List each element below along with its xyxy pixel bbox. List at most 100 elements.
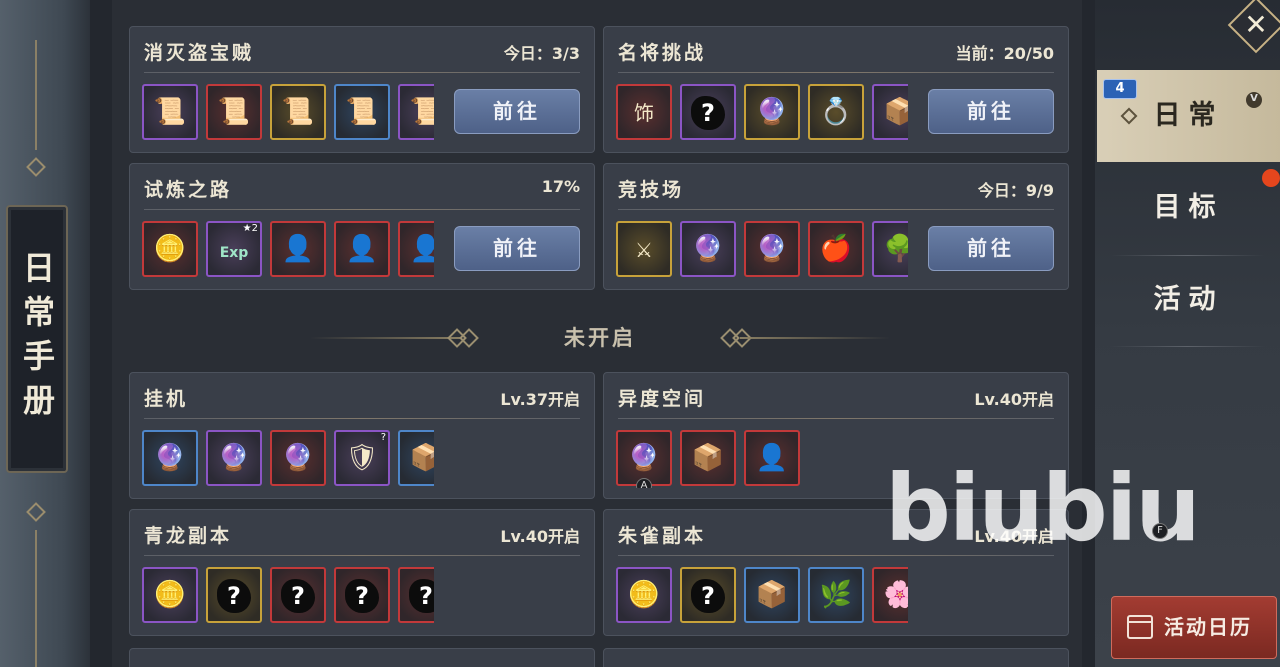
notification-dot xyxy=(1262,169,1280,187)
reward-item-slot[interactable]: 📦 xyxy=(744,567,800,623)
reward-item-slot[interactable]: 🔮 xyxy=(206,430,262,486)
reward-icon: 🪙 xyxy=(153,580,187,610)
reward-item-slot[interactable]: 🍎 xyxy=(808,221,864,277)
decor-diamond xyxy=(26,157,46,177)
tab-separator xyxy=(1110,346,1265,347)
reward-item-slot[interactable]: Exp ★2 xyxy=(206,221,262,277)
reward-icon: 👤 xyxy=(409,234,434,264)
card-status: Lv.40开启 xyxy=(974,390,1054,409)
tab-goals[interactable]: 目标 xyxy=(1097,162,1280,254)
reward-icon: 🔮 xyxy=(627,443,661,473)
reward-item-slot[interactable]: 👤 xyxy=(270,221,326,277)
reward-list: 饰? 🔮 💍 📦 xyxy=(616,84,908,142)
reward-icon: Exp xyxy=(219,245,249,261)
reward-item-slot[interactable]: 👤 xyxy=(744,430,800,486)
card-status: 当前：20/50 xyxy=(955,44,1054,63)
reward-item-slot[interactable]: 👤 xyxy=(398,221,434,277)
reward-item-slot[interactable]: ? xyxy=(398,567,434,623)
reward-item-slot[interactable]: ? xyxy=(206,567,262,623)
card-separator xyxy=(144,418,580,419)
card-status: 17% xyxy=(541,177,580,196)
reward-item-slot[interactable]: ? xyxy=(270,567,326,623)
card-title: 挂机 xyxy=(144,388,189,410)
reward-item-slot[interactable]: 🔮 xyxy=(744,221,800,277)
reward-icon: 🪙 xyxy=(153,234,187,264)
tab-goals-label: 目标 xyxy=(1153,192,1224,223)
unknown-reward-icon: ? xyxy=(691,579,725,613)
card-separator xyxy=(618,72,1054,73)
reward-list: 🔮 🔮 🔮 🛡? 📦 xyxy=(142,430,434,488)
reward-item-slot[interactable]: 📜 xyxy=(398,84,434,140)
reward-item-slot[interactable]: 🪙 xyxy=(616,567,672,623)
reward-item-slot[interactable]: 💍 xyxy=(808,84,864,140)
reward-icon: 📜 xyxy=(153,97,187,127)
card-status: 今日：3/3 xyxy=(503,44,580,63)
reward-item-slot[interactable]: 📦 xyxy=(872,84,908,140)
reward-item-slot[interactable]: 🌳 xyxy=(872,221,908,277)
activity-card: 竞技场 今日：9/9 ⚔ 🔮 🔮 🍎 🌳 前往 xyxy=(603,163,1069,290)
reward-item-slot[interactable]: ⚔ xyxy=(616,221,672,277)
locked-divider: 未开启 xyxy=(310,320,890,356)
decor-diamond xyxy=(26,502,46,522)
reward-icon: 🍎 xyxy=(819,234,853,264)
reward-icon: 饰 xyxy=(634,101,654,125)
reward-item-slot[interactable]: 📦 xyxy=(680,430,736,486)
reward-icon: 👤 xyxy=(345,234,379,264)
reward-icon: 🔮 xyxy=(755,97,789,127)
reward-sub-label: ? xyxy=(380,432,386,443)
tab-events-label: 活动 xyxy=(1153,284,1224,315)
daily-handbook-tab[interactable]: 日常手册 xyxy=(6,205,68,473)
reward-item-slot[interactable]: 🪙 xyxy=(142,221,198,277)
reward-item-slot[interactable]: 🔮 xyxy=(744,84,800,140)
reward-icon: 📜 xyxy=(217,97,251,127)
reward-item-slot[interactable]: 🔮 A xyxy=(616,430,672,488)
watermark: biubiu xyxy=(885,455,1201,562)
event-calendar-label: 活动日历 xyxy=(1164,615,1252,639)
reward-item-slot[interactable]: 🔮 xyxy=(142,430,198,486)
reward-item-slot[interactable]: 👤 xyxy=(334,221,390,277)
calendar-icon xyxy=(1127,615,1153,639)
go-button[interactable]: 前往 xyxy=(454,226,580,271)
divider-diamond xyxy=(459,328,479,348)
reward-item-slot[interactable]: 饰 xyxy=(616,84,672,140)
reward-item-slot[interactable]: ? xyxy=(334,567,390,623)
reward-item-slot[interactable]: 📜 xyxy=(206,84,262,140)
reward-icon: 📜 xyxy=(281,97,315,127)
reward-item-slot[interactable]: 🛡? xyxy=(334,430,390,486)
reward-item-slot[interactable]: 📜 xyxy=(270,84,326,140)
reward-item-slot[interactable]: ? xyxy=(680,84,736,140)
tab-daily-label: 日常 xyxy=(1153,100,1224,131)
reward-list: 🪙???? xyxy=(142,567,434,625)
card-separator xyxy=(144,555,580,556)
reward-item-slot[interactable]: 📜 xyxy=(142,84,198,140)
card-status: 今日：9/9 xyxy=(977,181,1054,200)
reward-icon: 📦 xyxy=(409,443,434,473)
reward-item-slot[interactable]: 🪙 xyxy=(142,567,198,623)
reward-item-slot[interactable]: 🌸 xyxy=(872,567,908,623)
reward-icon: 📜 xyxy=(409,97,434,127)
reward-item-slot[interactable]: 🔮 xyxy=(680,221,736,277)
reward-tag: A xyxy=(636,478,652,488)
reward-icon: 🛡 xyxy=(345,443,379,473)
reward-icon: 📦 xyxy=(883,97,908,127)
go-button[interactable]: 前往 xyxy=(928,226,1054,271)
reward-list: 📜 📜 📜 📜 📜 xyxy=(142,84,434,142)
go-button[interactable]: 前往 xyxy=(454,89,580,134)
unknown-reward-icon: ? xyxy=(281,579,315,613)
activity-card: 名将挑战 当前：20/50 饰? 🔮 💍 📦 前往 xyxy=(603,26,1069,153)
daily-handbook-label: 日常手册 xyxy=(18,251,56,427)
card-title: 竞技场 xyxy=(618,179,685,201)
reward-icon: 🪙 xyxy=(627,580,661,610)
reward-icon: 🔮 xyxy=(217,443,251,473)
reward-item-slot[interactable]: 📜 xyxy=(334,84,390,140)
go-button[interactable]: 前往 xyxy=(928,89,1054,134)
reward-list: ⚔ 🔮 🔮 🍎 🌳 xyxy=(616,221,908,279)
close-icon[interactable]: ✕ xyxy=(1236,5,1276,45)
reward-item-slot[interactable]: 🔮 xyxy=(270,430,326,486)
reward-item-slot[interactable]: 🌿 xyxy=(808,567,864,623)
card-separator xyxy=(144,209,580,210)
tab-events[interactable]: 活动 xyxy=(1097,254,1280,346)
reward-item-slot[interactable]: ? xyxy=(680,567,736,623)
card-separator xyxy=(618,209,1054,210)
reward-item-slot[interactable]: 📦 xyxy=(398,430,434,486)
